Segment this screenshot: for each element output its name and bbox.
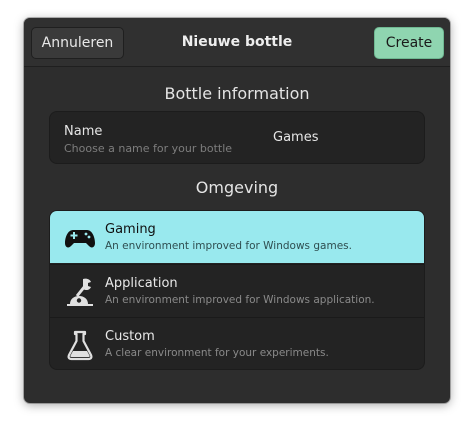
name-field-row[interactable]: Name Choose a name for your bottle Games xyxy=(49,111,425,164)
environment-option-subtitle: A clear environment for your experiments… xyxy=(105,347,329,359)
environment-option-subtitle: An environment improved for Windows game… xyxy=(105,240,352,252)
environment-option-subtitle: An environment improved for Windows appl… xyxy=(105,294,375,306)
environment-option-custom[interactable]: Custom A clear environment for your expe… xyxy=(50,317,424,369)
environment-heading: Omgeving xyxy=(195,178,279,197)
header-bar: Annuleren Nieuwe bottle Create xyxy=(24,18,450,67)
wrench-desk-icon xyxy=(67,278,93,306)
name-hint: Choose a name for your bottle xyxy=(64,142,233,155)
name-label: Name xyxy=(64,124,103,139)
create-button[interactable]: Create xyxy=(374,27,444,59)
environment-option-title: Custom xyxy=(105,329,155,344)
environment-option-application[interactable]: Application An environment improved for … xyxy=(50,264,424,317)
name-input[interactable]: Games xyxy=(273,130,318,145)
environment-option-title: Application xyxy=(105,276,178,291)
flask-icon xyxy=(67,330,93,361)
new-bottle-dialog: Annuleren Nieuwe bottle Create Bottle in… xyxy=(24,18,450,403)
environment-option-title: Gaming xyxy=(105,222,156,237)
environment-option-gaming[interactable]: Gaming An environment improved for Windo… xyxy=(50,211,424,263)
gamepad-icon xyxy=(65,230,95,248)
bottle-information-heading: Bottle information xyxy=(164,84,310,103)
environment-list: Gaming An environment improved for Windo… xyxy=(49,210,425,370)
